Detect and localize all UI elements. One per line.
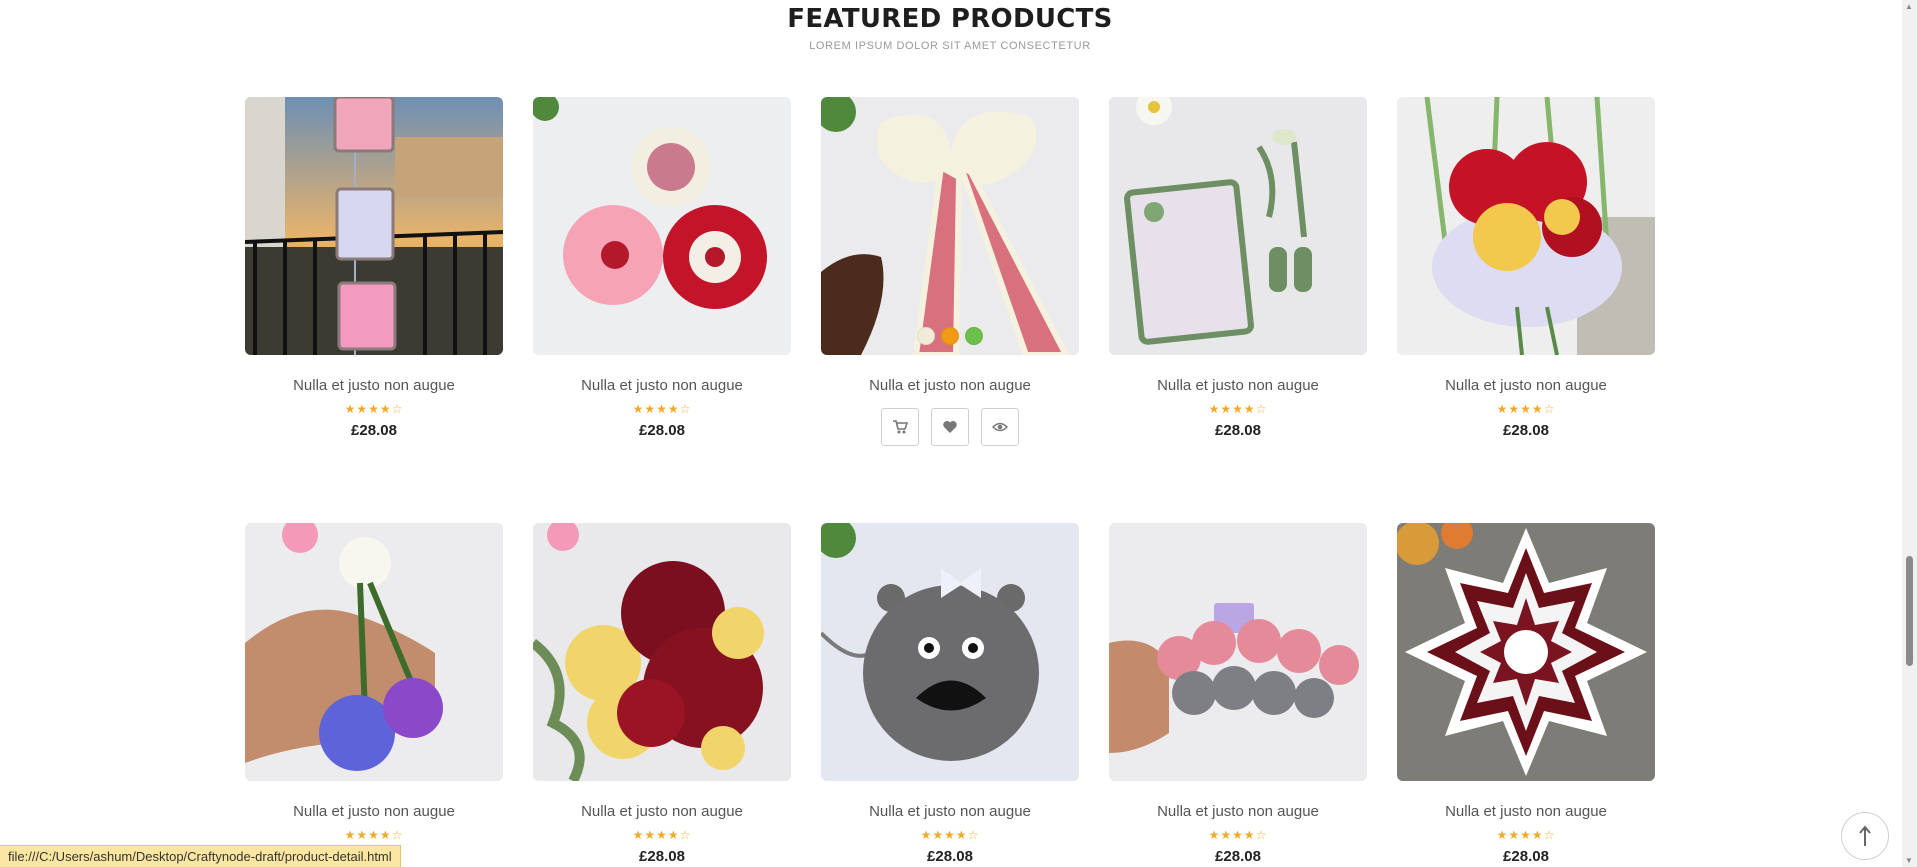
rating-stars: ★★★★☆ xyxy=(344,828,404,842)
quick-view-button[interactable] xyxy=(981,408,1019,446)
product-name[interactable]: Nulla et justo non augue xyxy=(245,803,503,820)
scroll-down-arrow-icon[interactable]: ▼ xyxy=(1905,856,1913,865)
rating-stars: ★★★★☆ xyxy=(632,828,692,842)
rating-stars: ★★★★☆ xyxy=(1208,402,1268,416)
cart-icon xyxy=(893,420,908,434)
product-image[interactable] xyxy=(1397,523,1655,781)
product-name[interactable]: Nulla et justo non augue xyxy=(1397,377,1655,394)
product-price: £28.08 xyxy=(1215,848,1261,865)
product-card[interactable]: Nulla et justo non augue ★★★★☆ £28.08 xyxy=(533,97,791,439)
color-swatch[interactable] xyxy=(941,327,959,345)
section-header: FEATURED PRODUCTS LOREM IPSUM DOLOR SIT … xyxy=(0,0,1900,52)
rating-stars: ★★★★☆ xyxy=(1496,828,1556,842)
rating-stars: ★★★★☆ xyxy=(632,402,692,416)
rating-stars: ★★★★☆ xyxy=(1496,402,1556,416)
product-image[interactable] xyxy=(821,97,1079,355)
color-swatch[interactable] xyxy=(965,327,983,345)
eye-icon xyxy=(992,422,1008,432)
product-price: £28.08 xyxy=(1215,422,1261,439)
product-image[interactable] xyxy=(245,97,503,355)
product-image[interactable] xyxy=(1109,523,1367,781)
product-price: £28.08 xyxy=(927,848,973,865)
product-card[interactable]: Nulla et justo non augue ★★★★☆ £28.08 xyxy=(245,523,503,865)
product-name[interactable]: Nulla et justo non augue xyxy=(533,803,791,820)
scroll-up-arrow-icon[interactable]: ▲ xyxy=(1905,2,1913,11)
product-image[interactable] xyxy=(1397,97,1655,355)
product-name[interactable]: Nulla et justo non augue xyxy=(1397,803,1655,820)
product-image[interactable] xyxy=(821,523,1079,781)
product-price: £28.08 xyxy=(1503,422,1549,439)
product-name[interactable]: Nulla et justo non augue xyxy=(821,803,1079,820)
product-price: £28.08 xyxy=(1503,848,1549,865)
product-card[interactable]: Nulla et justo non augue ★★★★☆ £28.08 xyxy=(821,523,1079,865)
product-card[interactable]: Nulla et justo non augue ★★★★☆ £28.08 xyxy=(245,97,503,439)
heart-icon xyxy=(943,421,957,433)
section-subtitle: LOREM IPSUM DOLOR SIT AMET CONSECTETUR xyxy=(809,40,1091,52)
product-name[interactable]: Nulla et justo non augue xyxy=(533,377,791,394)
product-card[interactable]: Nulla et justo non augue ★★★★☆ £28.08 xyxy=(1109,523,1367,865)
product-card[interactable]: Nulla et justo non augue ★★★★☆ £28.08 xyxy=(533,523,791,865)
product-card[interactable]: Nulla et justo non augue ★★★★☆ £28.08 xyxy=(1397,97,1655,439)
product-name[interactable]: Nulla et justo non augue xyxy=(245,377,503,394)
product-card[interactable]: Nulla et justo non augue xyxy=(821,97,1079,446)
product-image[interactable] xyxy=(533,97,791,355)
page-scrollbar[interactable]: ▲ ▼ xyxy=(1902,0,1917,867)
product-price: £28.08 xyxy=(639,422,685,439)
rating-stars: ★★★★☆ xyxy=(1208,828,1268,842)
add-to-cart-button[interactable] xyxy=(881,408,919,446)
color-swatch[interactable] xyxy=(917,327,935,345)
scroll-to-top-button[interactable] xyxy=(1841,812,1889,860)
product-price: £28.08 xyxy=(639,848,685,865)
rating-stars: ★★★★☆ xyxy=(344,402,404,416)
section-title: FEATURED PRODUCTS xyxy=(787,4,1113,34)
scrollbar-thumb[interactable] xyxy=(1906,556,1913,666)
product-name[interactable]: Nulla et justo non augue xyxy=(821,377,1079,394)
link-status-bar: file:///C:/Users/ashum/Desktop/Craftynod… xyxy=(0,845,401,867)
product-image[interactable] xyxy=(1109,97,1367,355)
product-image[interactable] xyxy=(533,523,791,781)
product-name[interactable]: Nulla et justo non augue xyxy=(1109,803,1367,820)
color-swatches xyxy=(821,327,1079,345)
rating-stars: ★★★★☆ xyxy=(920,828,980,842)
product-card[interactable]: Nulla et justo non augue ★★★★☆ £28.08 xyxy=(1397,523,1655,865)
wishlist-button[interactable] xyxy=(931,408,969,446)
arrow-up-icon xyxy=(1859,825,1871,846)
product-card[interactable]: Nulla et justo non augue ★★★★☆ £28.08 xyxy=(1109,97,1367,439)
product-actions xyxy=(821,408,1079,446)
product-image[interactable] xyxy=(245,523,503,781)
product-name[interactable]: Nulla et justo non augue xyxy=(1109,377,1367,394)
product-price: £28.08 xyxy=(351,422,397,439)
